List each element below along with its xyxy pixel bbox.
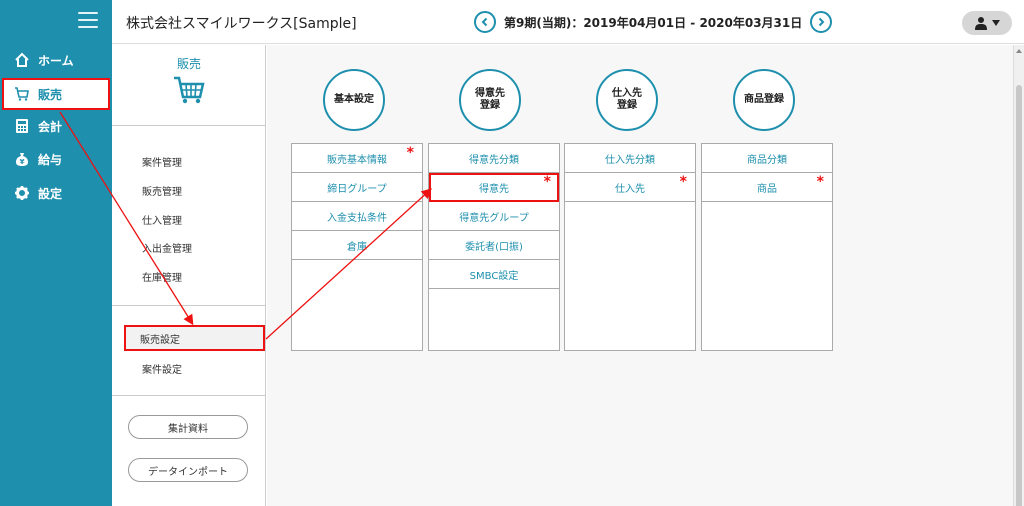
chevron-left-icon	[481, 17, 488, 27]
link-payment-terms[interactable]: 入金支払条件	[292, 202, 422, 231]
link-customer-group[interactable]: 得意先グループ	[429, 202, 559, 231]
panel-basic-settings: 販売基本情報 * 締日グループ 入金支払条件 倉庫	[291, 143, 423, 351]
category-product-registration[interactable]: 商品登録	[733, 69, 795, 131]
menu-item-purchase-management[interactable]: 仕入管理	[142, 212, 182, 227]
nav-item-label: 販売	[38, 87, 63, 102]
nav-item-label: 給与	[38, 152, 63, 167]
company-name: 株式会社スマイルワークス[Sample]	[126, 16, 357, 32]
link-closing-date-group[interactable]: 締日グループ	[292, 173, 422, 202]
yen-bag-icon: ¥	[12, 149, 32, 169]
cart-icon	[12, 84, 32, 104]
menu-item-project-management[interactable]: 案件管理	[142, 154, 182, 169]
summary-report-button[interactable]: 集計資料	[128, 415, 248, 439]
divider	[112, 125, 266, 126]
period-selector: 第9期(当期)：2019年04月01日 - 2020年03月31日	[474, 11, 833, 33]
nav-item-settings[interactable]: 設定	[0, 177, 112, 209]
svg-text:¥: ¥	[20, 158, 25, 166]
link-smbc-settings[interactable]: SMBC設定	[429, 260, 559, 289]
user-icon	[974, 17, 987, 30]
sales-submenu: 販売 案件管理 販売管理 仕入管理 入出金管理 在庫管理 販売設定 案件設定 集…	[112, 45, 266, 506]
gear-icon	[12, 183, 32, 203]
divider	[112, 395, 266, 396]
cart-icon	[174, 76, 205, 104]
divider	[112, 305, 266, 306]
settings-content: 基本設定 得意先 登録 仕入先 登録 商品登録 販売基本情報 * 締日グループ 入…	[267, 45, 1013, 506]
user-menu-button[interactable]	[962, 11, 1012, 35]
nav-item-label: ホーム	[38, 53, 74, 68]
nav-item-label: 会計	[38, 119, 63, 134]
link-supplier[interactable]: 仕入先 *	[565, 173, 695, 202]
link-sales-basic-info[interactable]: 販売基本情報 *	[292, 144, 422, 173]
nav-item-home[interactable]: ホーム	[0, 44, 112, 76]
home-icon	[12, 50, 32, 70]
nav-item-sales[interactable]: 販売	[2, 78, 110, 110]
caret-down-icon	[991, 20, 1000, 26]
menu-item-project-settings[interactable]: 案件設定	[142, 361, 182, 376]
period-label: 第9期(当期)：2019年04月01日 - 2020年03月31日	[504, 15, 803, 30]
top-bar: 株式会社スマイルワークス[Sample] 第9期(当期)：2019年04月01日…	[112, 0, 1024, 44]
required-star-icon: *	[679, 174, 687, 190]
link-supplier-category[interactable]: 仕入先分類	[565, 144, 695, 173]
nav-item-payroll[interactable]: ¥ 給与	[0, 143, 112, 175]
chevron-right-icon	[819, 17, 825, 27]
panel-product-registration: 商品分類 商品 *	[701, 143, 833, 351]
required-star-icon: *	[406, 145, 414, 161]
menu-item-sales-management[interactable]: 販売管理	[142, 183, 182, 198]
required-star-icon: *	[543, 174, 551, 190]
link-customer-category[interactable]: 得意先分類	[429, 144, 559, 173]
menu-item-sales-settings[interactable]: 販売設定	[124, 325, 265, 351]
category-customer-registration[interactable]: 得意先 登録	[459, 69, 521, 131]
calculator-icon	[12, 116, 32, 136]
vertical-scrollbar[interactable]	[1013, 45, 1024, 506]
menu-item-cash-management[interactable]: 入出金管理	[142, 240, 192, 255]
link-consignor[interactable]: 委託者(口振)	[429, 231, 559, 260]
category-supplier-registration[interactable]: 仕入先 登録	[596, 69, 658, 131]
link-product[interactable]: 商品 *	[702, 173, 832, 202]
category-basic-settings[interactable]: 基本設定	[323, 69, 385, 131]
panel-supplier-registration: 仕入先分類 仕入先 *	[564, 143, 696, 351]
prev-period-button[interactable]	[474, 11, 496, 33]
hamburger-menu-icon[interactable]	[78, 12, 98, 28]
link-product-category[interactable]: 商品分類	[702, 144, 832, 173]
menu-item-inventory-management[interactable]: 在庫管理	[142, 269, 182, 284]
nav-item-label: 設定	[38, 186, 63, 201]
nav-item-accounting[interactable]: 会計	[0, 110, 112, 142]
submenu-title: 販売	[176, 57, 201, 71]
left-nav: ホーム 販売 会計 ¥ 給与 設定	[0, 0, 112, 506]
data-import-button[interactable]: データインポート	[128, 458, 248, 482]
link-warehouse[interactable]: 倉庫	[292, 231, 422, 260]
scrollbar-thumb[interactable]	[1016, 85, 1022, 506]
panel-customer-registration: 得意先分類 得意先 * 得意先グループ 委託者(口振) SMBC設定	[428, 143, 560, 351]
link-customer[interactable]: 得意先 *	[429, 173, 559, 202]
scroll-up-arrow-icon[interactable]	[1016, 49, 1022, 53]
required-star-icon: *	[816, 174, 824, 190]
next-period-button[interactable]	[810, 11, 833, 33]
